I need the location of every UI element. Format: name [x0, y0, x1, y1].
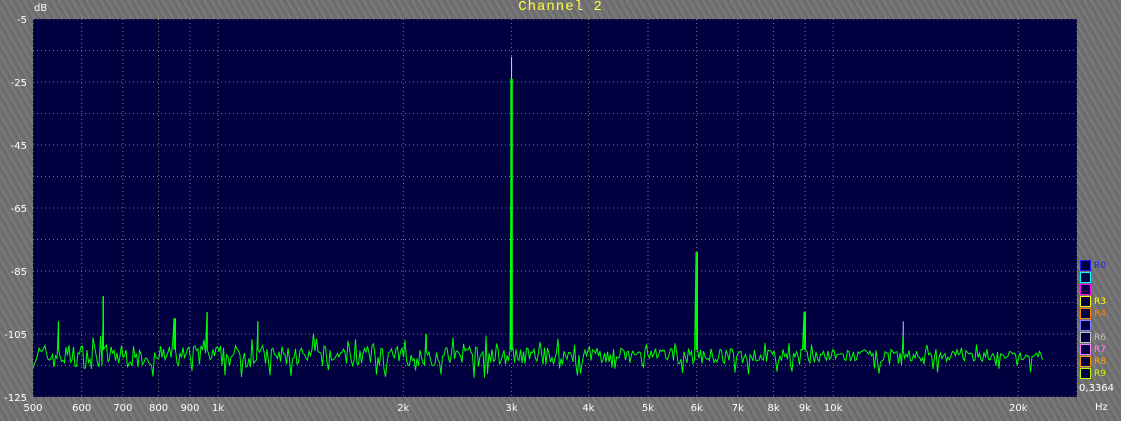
- legend-item[interactable]: R4: [1080, 308, 1106, 319]
- x-tick-label: 3k: [505, 403, 517, 414]
- x-tick-label: 500: [23, 403, 42, 414]
- y-tick-label: -5: [17, 15, 27, 26]
- y-tick-label: -25: [11, 78, 27, 89]
- x-tick-label: 2k: [397, 403, 409, 414]
- x-tick-label: 900: [180, 403, 199, 414]
- legend-item[interactable]: R7: [1080, 344, 1106, 355]
- legend-swatch: [1080, 284, 1091, 295]
- x-tick-label: 10k: [824, 403, 843, 414]
- x-tick-label: 1k: [212, 403, 224, 414]
- x-tick-label: 9k: [799, 403, 811, 414]
- y-tick-label: -45: [11, 141, 27, 152]
- legend-label: R4: [1094, 308, 1106, 319]
- legend-item[interactable]: R6: [1080, 332, 1106, 343]
- x-tick-label: 7k: [732, 403, 744, 414]
- x-tick-label: 5k: [642, 403, 654, 414]
- x-tick-label: 6k: [691, 403, 703, 414]
- legend-swatch: [1080, 368, 1091, 379]
- x-tick-label: 20k: [1009, 403, 1028, 414]
- x-tick-label: 4k: [582, 403, 594, 414]
- y-tick-label: -105: [4, 330, 27, 341]
- x-tick-label: 600: [72, 403, 91, 414]
- legend-item[interactable]: [1080, 272, 1094, 283]
- legend-swatch: [1080, 272, 1091, 283]
- x-tick-label: 8k: [767, 403, 779, 414]
- legend-label: R0: [1094, 260, 1106, 271]
- legend-item[interactable]: [1080, 284, 1094, 295]
- legend-label: R6: [1094, 332, 1106, 343]
- legend-label: R3: [1094, 296, 1106, 307]
- legend-swatch: [1080, 296, 1091, 307]
- legend-swatch: [1080, 320, 1091, 331]
- legend-label: R9: [1094, 368, 1106, 379]
- legend-item[interactable]: R9: [1080, 368, 1106, 379]
- legend-item[interactable]: [1080, 320, 1094, 331]
- legend-label: R7: [1094, 344, 1106, 355]
- legend-item[interactable]: R0: [1080, 260, 1106, 271]
- legend-swatch: [1080, 332, 1091, 343]
- legend-swatch: [1080, 308, 1091, 319]
- legend-label: R8: [1094, 356, 1106, 367]
- x-tick-label: 700: [113, 403, 132, 414]
- y-tick-label: -85: [11, 267, 27, 278]
- y-tick-label: -65: [11, 204, 27, 215]
- legend-swatch: [1080, 344, 1091, 355]
- legend-swatch: [1080, 356, 1091, 367]
- legend-item[interactable]: R3: [1080, 296, 1106, 307]
- legend-item[interactable]: R8: [1080, 356, 1106, 367]
- spectrum-plot: -5-25-45-65-85-105-125500 600 700 800 900 1k 2…: [4, 15, 1078, 414]
- x-tick-label: 800: [149, 403, 168, 414]
- legend-swatch: [1080, 260, 1091, 271]
